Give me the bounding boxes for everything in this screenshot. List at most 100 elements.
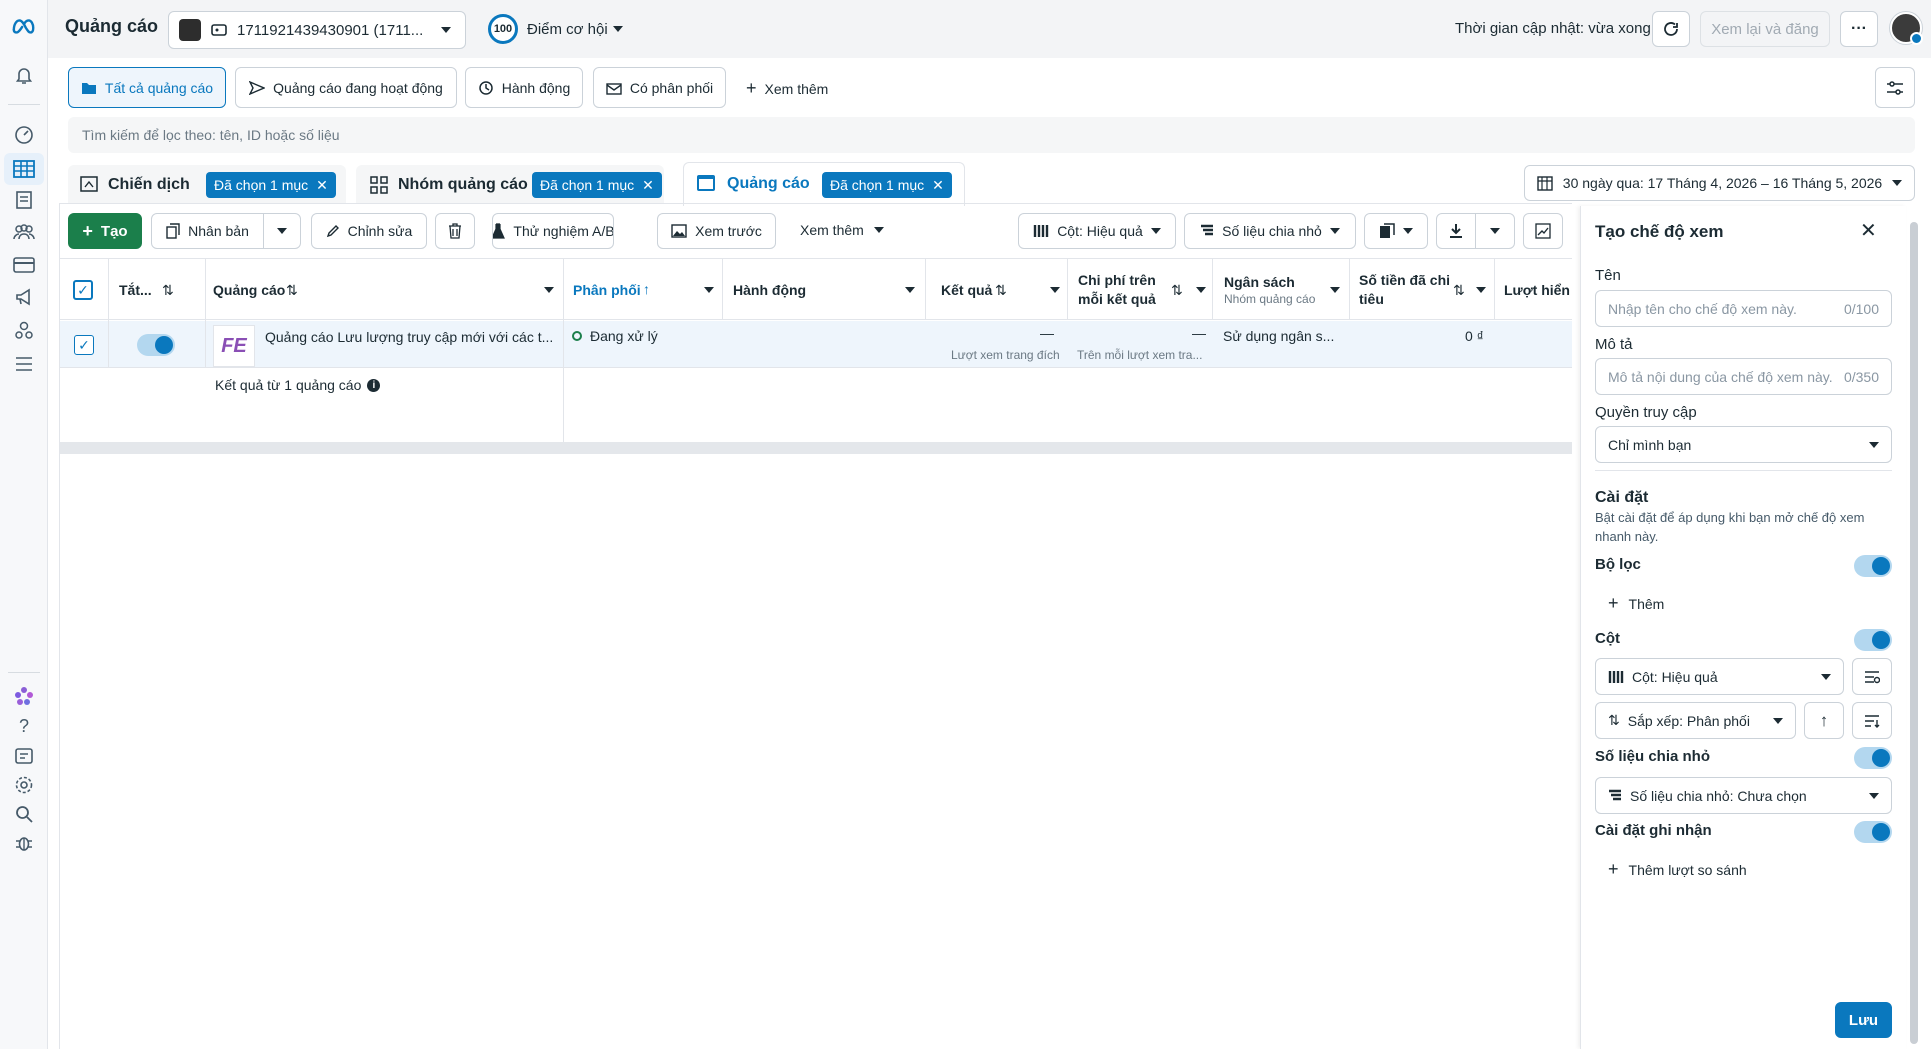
user-avatar[interactable] — [1890, 12, 1923, 45]
filter-tab-actions[interactable]: Hành động — [465, 67, 583, 108]
customize-columns-button[interactable] — [1852, 658, 1892, 695]
reports-dropdown-button[interactable] — [1364, 213, 1428, 249]
notifications-icon[interactable] — [12, 63, 36, 87]
panel-scrollbar[interactable] — [1910, 222, 1918, 1044]
opportunity-score-badge[interactable]: 100 — [488, 14, 518, 44]
header-spent-line1[interactable]: Số tiền đã chi — [1359, 271, 1450, 289]
export-button[interactable] — [1436, 213, 1476, 249]
header-spent-line2[interactable]: tiêu — [1359, 290, 1384, 308]
row-checkbox[interactable]: ✓ — [74, 335, 94, 355]
header-impressions[interactable]: Lượt hiển — [1504, 281, 1572, 299]
campaigns-megaphone-icon[interactable] — [12, 285, 36, 309]
column-menu-chevron-icon[interactable] — [1196, 287, 1206, 293]
close-icon[interactable]: ✕ — [1860, 218, 1877, 243]
filter-settings-button[interactable] — [1875, 67, 1915, 108]
info-icon[interactable]: i — [367, 378, 381, 392]
filter-tab-delivering[interactable]: Có phân phối — [593, 67, 726, 108]
view-description-input[interactable]: Mô tả nội dung của chế độ xem này. 0/350 — [1595, 358, 1892, 395]
ad-name-link[interactable]: Quảng cáo Lưu lượng truy cập mới với các… — [265, 329, 553, 345]
column-menu-chevron-icon[interactable] — [1330, 287, 1340, 293]
search-input[interactable]: Tìm kiếm để lọc theo: tên, ID hoặc số li… — [68, 117, 1915, 153]
column-menu-chevron-icon[interactable] — [704, 287, 714, 293]
sort-direction-button[interactable]: ↑ — [1804, 702, 1844, 739]
attribution-toggle[interactable] — [1854, 821, 1892, 843]
duplicate-button[interactable]: Nhân bản — [151, 213, 264, 249]
save-button[interactable]: Lưu — [1835, 1002, 1892, 1038]
columns-toggle[interactable] — [1854, 629, 1892, 651]
select-all-checkbox[interactable]: ✓ — [73, 280, 93, 300]
audiences-icon[interactable] — [12, 220, 36, 244]
filter-tab-active-ads[interactable]: Quảng cáo đang hoạt động — [235, 67, 457, 108]
close-icon[interactable]: ✕ — [642, 177, 654, 194]
column-menu-chevron-icon[interactable] — [544, 287, 554, 293]
header-all[interactable]: Tắt... — [119, 281, 152, 299]
header-cost-per-result-line2[interactable]: mỗi kết quả — [1078, 290, 1156, 308]
column-menu-chevron-icon[interactable] — [1050, 287, 1060, 293]
create-button[interactable]: + Tạo — [68, 213, 142, 249]
toolbar-more-button[interactable]: Xem thêm — [800, 222, 884, 238]
reports-icon[interactable] — [12, 744, 36, 768]
level-tab-adset[interactable]: Nhóm quảng cáo Đã chọn 1 mục ✕ — [356, 165, 664, 203]
adset-selected-chip[interactable]: Đã chọn 1 mục ✕ — [532, 172, 662, 198]
header-cost-per-result-line1[interactable]: Chi phí trên — [1078, 271, 1156, 289]
panel-columns-selector[interactable]: Cột: Hiệu quả — [1595, 658, 1844, 695]
level-tab-ad-active[interactable]: Quảng cáo Đã chọn 1 mục ✕ — [683, 162, 965, 206]
level-tab-campaign[interactable]: Chiến dịch Đã chọn 1 mục ✕ — [68, 165, 346, 203]
close-icon[interactable]: ✕ — [932, 177, 944, 194]
business-accounts-icon[interactable] — [12, 318, 36, 342]
ads-manager-table-icon[interactable] — [12, 157, 36, 181]
sort-icon[interactable]: ⇅ — [286, 281, 298, 299]
apps-flower-icon[interactable] — [12, 684, 36, 708]
filter-tab-see-more[interactable]: + Xem thêm — [746, 78, 828, 99]
column-menu-chevron-icon[interactable] — [905, 287, 915, 293]
add-comparison-button[interactable]: + Thêm lượt so sánh — [1608, 859, 1747, 880]
duplicate-dropdown-button[interactable] — [263, 213, 301, 249]
billing-card-icon[interactable] — [12, 253, 36, 277]
help-icon[interactable]: ? — [12, 714, 36, 738]
delete-button[interactable] — [435, 213, 475, 249]
column-menu-chevron-icon[interactable] — [1476, 287, 1486, 293]
menu-icon[interactable] — [12, 352, 36, 376]
breakdown-selector[interactable]: Số liệu chia nhỏ — [1184, 213, 1356, 249]
sort-icon[interactable]: ⇅ — [995, 281, 1007, 299]
pages-icon[interactable] — [12, 188, 36, 212]
ad-thumbnail[interactable]: FE — [213, 325, 255, 367]
filters-toggle[interactable] — [1854, 555, 1892, 577]
header-actions[interactable]: Hành động — [733, 281, 806, 299]
bug-report-icon[interactable] — [12, 831, 36, 855]
charts-button[interactable] — [1523, 213, 1563, 249]
sort-ascending-icon[interactable]: ↑ — [643, 280, 650, 298]
refresh-button[interactable] — [1652, 11, 1690, 47]
sort-icon[interactable]: ⇅ — [1453, 281, 1465, 299]
edit-button[interactable]: Chỉnh sửa — [311, 213, 427, 249]
dashboard-icon[interactable] — [12, 123, 36, 147]
add-filter-button[interactable]: + Thêm — [1608, 593, 1664, 614]
ab-test-button[interactable]: Thử nghiệm A/B — [492, 213, 614, 249]
filter-tab-all-ads[interactable]: Tất cả quảng cáo — [68, 67, 226, 108]
sort-options-button[interactable] — [1852, 702, 1892, 739]
meta-logo-icon[interactable] — [12, 14, 36, 38]
sort-selector[interactable]: ⇅ Sắp xếp: Phân phối — [1595, 702, 1796, 739]
header-delivery[interactable]: Phân phối — [573, 281, 641, 299]
sort-icon[interactable]: ⇅ — [162, 281, 174, 299]
table-footer-scrollbar[interactable] — [60, 442, 1572, 454]
columns-selector[interactable]: Cột: Hiệu quả — [1018, 213, 1176, 249]
breakdown-toggle[interactable] — [1854, 747, 1892, 769]
close-icon[interactable]: ✕ — [316, 177, 328, 194]
header-budget[interactable]: Ngân sách — [1224, 273, 1295, 291]
ad-selected-chip[interactable]: Đã chọn 1 mục ✕ — [822, 172, 952, 198]
ad-status-toggle[interactable] — [137, 334, 175, 356]
ad-account-selector[interactable]: 1711921439430901 (1711... — [168, 11, 466, 49]
header-ad[interactable]: Quảng cáo — [213, 281, 285, 299]
panel-breakdown-selector[interactable]: Số liệu chia nhỏ: Chưa chọn — [1595, 777, 1892, 814]
review-publish-button[interactable]: Xem lại và đăng — [1700, 11, 1830, 47]
search-icon[interactable] — [12, 802, 36, 826]
header-results[interactable]: Kết quả — [941, 281, 992, 299]
preview-button[interactable]: Xem trước — [657, 213, 776, 249]
chevron-down-icon[interactable] — [613, 26, 623, 32]
export-dropdown-button[interactable] — [1475, 213, 1515, 249]
view-name-input[interactable]: Nhập tên cho chế độ xem này. 0/100 — [1595, 290, 1892, 327]
campaign-selected-chip[interactable]: Đã chọn 1 mục ✕ — [206, 172, 336, 198]
opportunity-label[interactable]: Điểm cơ hội — [527, 21, 608, 38]
sort-icon[interactable]: ⇅ — [1171, 281, 1183, 299]
